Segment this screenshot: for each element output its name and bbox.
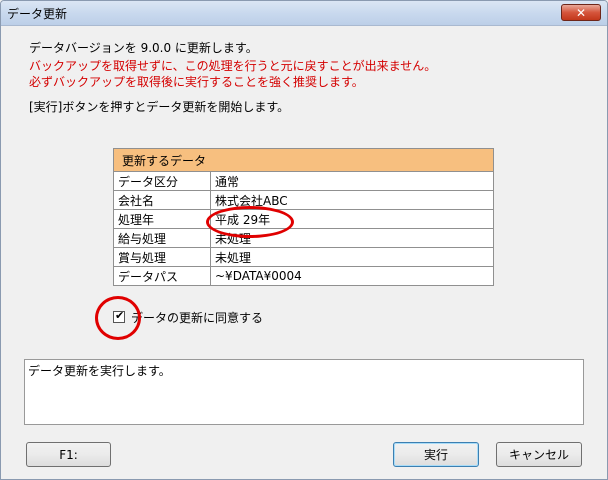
table-row: 会社名 株式会社ABC [113, 190, 494, 210]
table-row: 処理年 平成 29年 [113, 209, 494, 229]
dialog-window: データ更新 ✕ データバージョンを 9.0.0 に更新します。 バックアップを取… [0, 0, 608, 480]
row-label: データ区分 [113, 171, 211, 191]
row-label: 給与処理 [113, 228, 211, 248]
close-button[interactable]: ✕ [561, 4, 601, 21]
row-value: 未処理 [210, 247, 494, 267]
log-textarea[interactable]: データ更新を実行します。 [24, 359, 584, 425]
log-text: データ更新を実行します。 [28, 364, 171, 378]
row-label: 賞与処理 [113, 247, 211, 267]
table-row: データ区分 通常 [113, 171, 494, 191]
table-row: 賞与処理 未処理 [113, 247, 494, 267]
agree-label[interactable]: データの更新に同意する [131, 309, 263, 326]
warning-message-2: 必ずバックアップを取得後に実行することを強く推奨します。 [29, 75, 364, 89]
row-label: データパス [113, 266, 211, 286]
window-title: データ更新 [7, 7, 68, 21]
row-value: ~¥DATA¥0004 [210, 266, 494, 286]
row-value: 通常 [210, 171, 494, 191]
row-label: 処理年 [113, 209, 211, 229]
f1-button[interactable]: F1: [26, 442, 111, 467]
instruction-message: [実行]ボタンを押すとデータ更新を開始します。 [29, 100, 290, 114]
cancel-button[interactable]: キャンセル [496, 442, 582, 467]
execute-button[interactable]: 実行 [393, 442, 479, 467]
table-row: データパス ~¥DATA¥0004 [113, 266, 494, 286]
table-header: 更新するデータ [113, 148, 494, 172]
annotation-circle [206, 206, 294, 238]
title-bar[interactable]: データ更新 ✕ [1, 1, 607, 26]
version-message: データバージョンを 9.0.0 に更新します。 [29, 41, 258, 55]
row-label: 会社名 [113, 190, 211, 210]
close-icon: ✕ [575, 5, 587, 20]
warning-message-1: バックアップを取得せずに、この処理を行うと元に戻すことが出来ません。 [29, 59, 437, 73]
update-data-table: 更新するデータ データ区分 通常 会社名 株式会社ABC 処理年 平成 29年 … [113, 148, 494, 286]
annotation-circle [95, 296, 141, 340]
table-row: 給与処理 未処理 [113, 228, 494, 248]
